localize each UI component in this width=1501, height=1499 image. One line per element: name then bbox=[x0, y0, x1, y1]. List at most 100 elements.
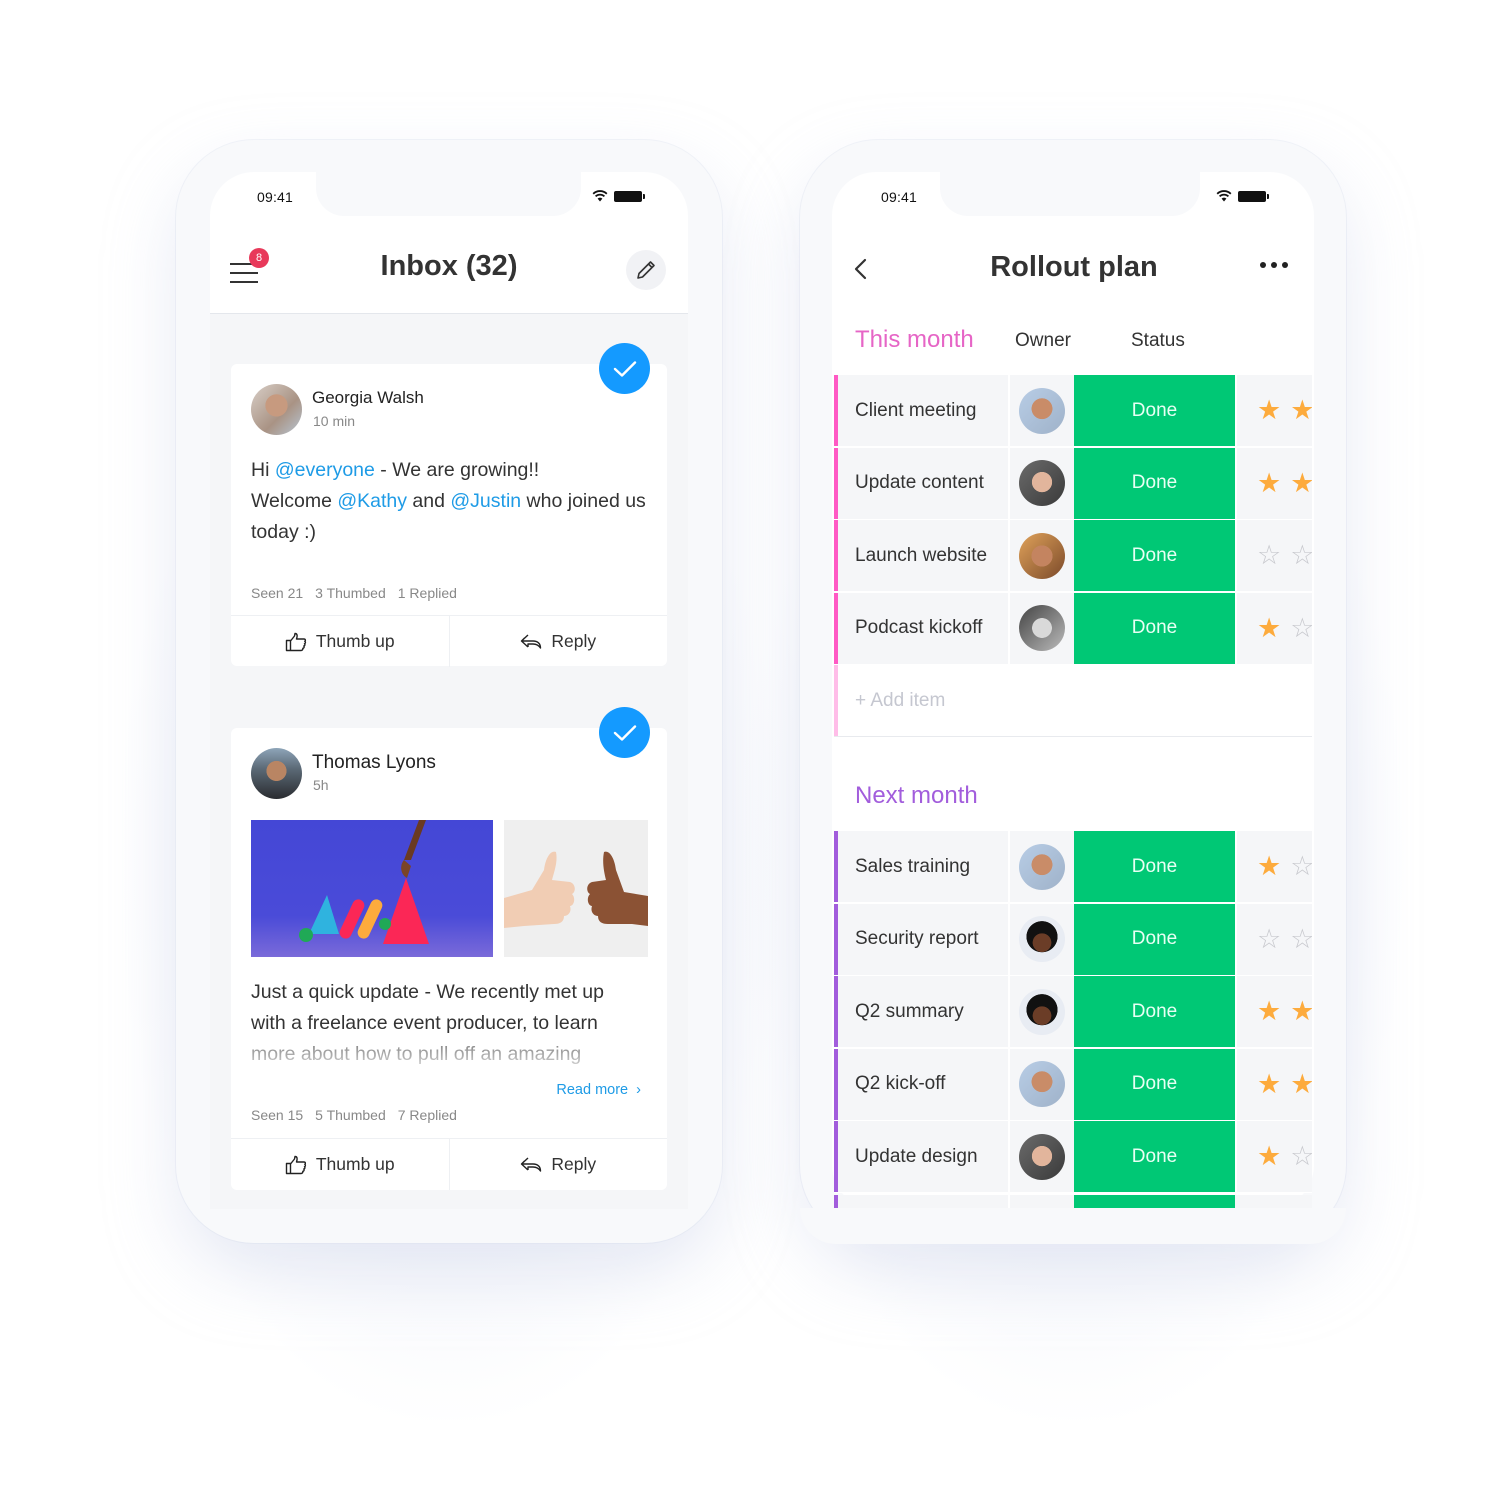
star-filled-icon[interactable]: ★ bbox=[1257, 998, 1281, 1025]
owner-cell[interactable] bbox=[1010, 593, 1074, 664]
star-filled-icon[interactable]: ★ bbox=[1257, 469, 1281, 497]
thumb-up-button[interactable]: Thumb up bbox=[231, 616, 449, 667]
star-filled-icon[interactable]: ★ bbox=[1257, 1143, 1281, 1170]
table-row[interactable]: Update designDone★☆ bbox=[834, 1121, 1312, 1193]
table-row[interactable]: Update contentDone★★ bbox=[834, 447, 1312, 520]
add-item-row[interactable]: + Add item bbox=[834, 665, 1312, 737]
owner-avatar[interactable] bbox=[1019, 460, 1065, 506]
star-filled-icon[interactable]: ★ bbox=[1290, 998, 1312, 1025]
star-filled-icon[interactable]: ★ bbox=[1257, 1070, 1281, 1098]
star-filled-icon[interactable]: ★ bbox=[1290, 1070, 1312, 1098]
owner-avatar[interactable] bbox=[1019, 988, 1065, 1035]
table-row[interactable]: Q2 summaryDone★★ bbox=[834, 976, 1312, 1048]
item-name[interactable]: Q2 summary bbox=[838, 976, 1010, 1047]
replied-count[interactable]: 7 Replied bbox=[398, 1107, 457, 1123]
owner-cell[interactable] bbox=[1010, 520, 1074, 591]
item-name[interactable]: Sales training bbox=[838, 831, 1010, 902]
owner-cell[interactable] bbox=[1010, 448, 1074, 519]
column-header-owner[interactable]: Owner bbox=[1015, 330, 1071, 352]
status-cell[interactable]: Done bbox=[1074, 375, 1235, 446]
star-filled-icon[interactable]: ★ bbox=[1290, 469, 1312, 497]
rating-cell[interactable]: ☆☆ bbox=[1235, 520, 1312, 591]
star-empty-icon[interactable]: ☆ bbox=[1257, 925, 1281, 953]
item-name[interactable]: Q2 kick-off bbox=[838, 1048, 1010, 1120]
rating-cell[interactable]: ★★ bbox=[1235, 375, 1312, 446]
reply-button[interactable]: Reply bbox=[448, 1139, 668, 1190]
item-name[interactable]: Client meeting bbox=[838, 375, 1010, 446]
back-button[interactable] bbox=[852, 257, 870, 281]
status-cell[interactable]: Done bbox=[1074, 903, 1235, 975]
status-cell[interactable]: Done bbox=[1074, 831, 1235, 902]
thumb-up-button[interactable]: Thumb up bbox=[231, 1139, 449, 1190]
rating-cell[interactable]: ★★ bbox=[1235, 1048, 1312, 1120]
compose-button[interactable] bbox=[626, 250, 666, 290]
owner-cell[interactable] bbox=[1010, 1121, 1074, 1192]
table-row[interactable]: Podcast kickoffDone★☆ bbox=[834, 592, 1312, 665]
read-check-button[interactable] bbox=[599, 343, 650, 394]
owner-cell[interactable] bbox=[1010, 831, 1074, 902]
post-author[interactable]: Georgia Walsh bbox=[312, 388, 424, 408]
item-name[interactable]: Podcast kickoff bbox=[838, 592, 1010, 664]
rating-cell[interactable]: ☆☆ bbox=[1235, 903, 1312, 975]
item-name[interactable]: Update content bbox=[838, 447, 1010, 519]
table-row[interactable]: Security reportDone☆☆ bbox=[834, 903, 1312, 976]
owner-avatar[interactable] bbox=[1019, 532, 1065, 579]
owner-cell[interactable] bbox=[1010, 904, 1074, 975]
seen-count[interactable]: Seen 21 bbox=[251, 585, 303, 601]
owner-avatar[interactable] bbox=[1019, 605, 1065, 651]
star-empty-icon[interactable]: ☆ bbox=[1290, 853, 1312, 880]
item-name[interactable]: Security report bbox=[838, 903, 1010, 975]
star-empty-icon[interactable]: ☆ bbox=[1290, 1143, 1312, 1170]
thumbed-count[interactable]: 5 Thumbed bbox=[315, 1107, 386, 1123]
owner-avatar[interactable] bbox=[1019, 1133, 1065, 1180]
post-image-thumbs[interactable] bbox=[504, 820, 648, 957]
item-name[interactable]: Update design bbox=[838, 1121, 1010, 1192]
status-cell[interactable]: Done bbox=[1074, 1121, 1235, 1192]
mention-link[interactable]: @everyone bbox=[275, 459, 375, 481]
owner-avatar[interactable] bbox=[1019, 1061, 1065, 1107]
group-title-next-month[interactable]: Next month bbox=[855, 782, 978, 810]
star-empty-icon[interactable]: ☆ bbox=[1290, 542, 1312, 569]
status-cell[interactable]: Done bbox=[1074, 520, 1235, 591]
thumbed-count[interactable]: 3 Thumbed bbox=[315, 585, 386, 601]
status-cell[interactable]: Done bbox=[1074, 1048, 1235, 1120]
seen-count[interactable]: Seen 15 bbox=[251, 1107, 303, 1123]
star-empty-icon[interactable]: ☆ bbox=[1257, 542, 1281, 569]
star-filled-icon[interactable]: ★ bbox=[1257, 397, 1281, 424]
owner-avatar[interactable] bbox=[1019, 387, 1065, 434]
owner-cell[interactable] bbox=[1010, 375, 1074, 446]
post-author[interactable]: Thomas Lyons bbox=[312, 752, 436, 774]
star-empty-icon[interactable]: ☆ bbox=[1290, 614, 1312, 642]
item-name[interactable]: Launch website bbox=[838, 520, 1010, 591]
table-row[interactable]: Launch websiteDone☆☆ bbox=[834, 520, 1312, 592]
table-row[interactable]: Sales trainingDone★☆ bbox=[834, 831, 1312, 903]
star-filled-icon[interactable]: ★ bbox=[1257, 614, 1281, 642]
owner-cell[interactable] bbox=[1010, 1049, 1074, 1120]
status-cell[interactable]: Done bbox=[1074, 976, 1235, 1047]
star-empty-icon[interactable]: ☆ bbox=[1290, 925, 1312, 953]
reply-button[interactable]: Reply bbox=[448, 616, 668, 667]
more-options-button[interactable] bbox=[1260, 262, 1288, 268]
read-more-link[interactable]: Read more › bbox=[556, 1082, 641, 1098]
star-filled-icon[interactable]: ★ bbox=[1257, 853, 1281, 880]
read-check-button[interactable] bbox=[599, 707, 650, 758]
mention-link[interactable]: @Kathy bbox=[337, 490, 407, 512]
status-cell[interactable]: Done bbox=[1074, 447, 1235, 519]
table-row[interactable]: Q2 kick-offDone★★ bbox=[834, 1048, 1312, 1121]
avatar[interactable] bbox=[251, 384, 302, 435]
mention-link[interactable]: @Justin bbox=[450, 490, 521, 512]
post-image-shapes[interactable] bbox=[251, 820, 493, 957]
star-filled-icon[interactable]: ★ bbox=[1290, 397, 1312, 424]
avatar[interactable] bbox=[251, 748, 302, 799]
table-row[interactable]: Client meetingDone★★ bbox=[834, 375, 1312, 447]
group-title-this-month[interactable]: This month bbox=[855, 326, 974, 354]
owner-cell[interactable] bbox=[1010, 976, 1074, 1047]
rating-cell[interactable]: ★☆ bbox=[1235, 831, 1312, 902]
column-header-status[interactable]: Status bbox=[1131, 330, 1185, 352]
rating-cell[interactable]: ★★ bbox=[1235, 976, 1312, 1047]
rating-cell[interactable]: ★★ bbox=[1235, 447, 1312, 519]
owner-avatar[interactable] bbox=[1019, 843, 1065, 890]
replied-count[interactable]: 1 Replied bbox=[398, 585, 457, 601]
rating-cell[interactable]: ★☆ bbox=[1235, 1121, 1312, 1192]
owner-avatar[interactable] bbox=[1019, 916, 1065, 962]
